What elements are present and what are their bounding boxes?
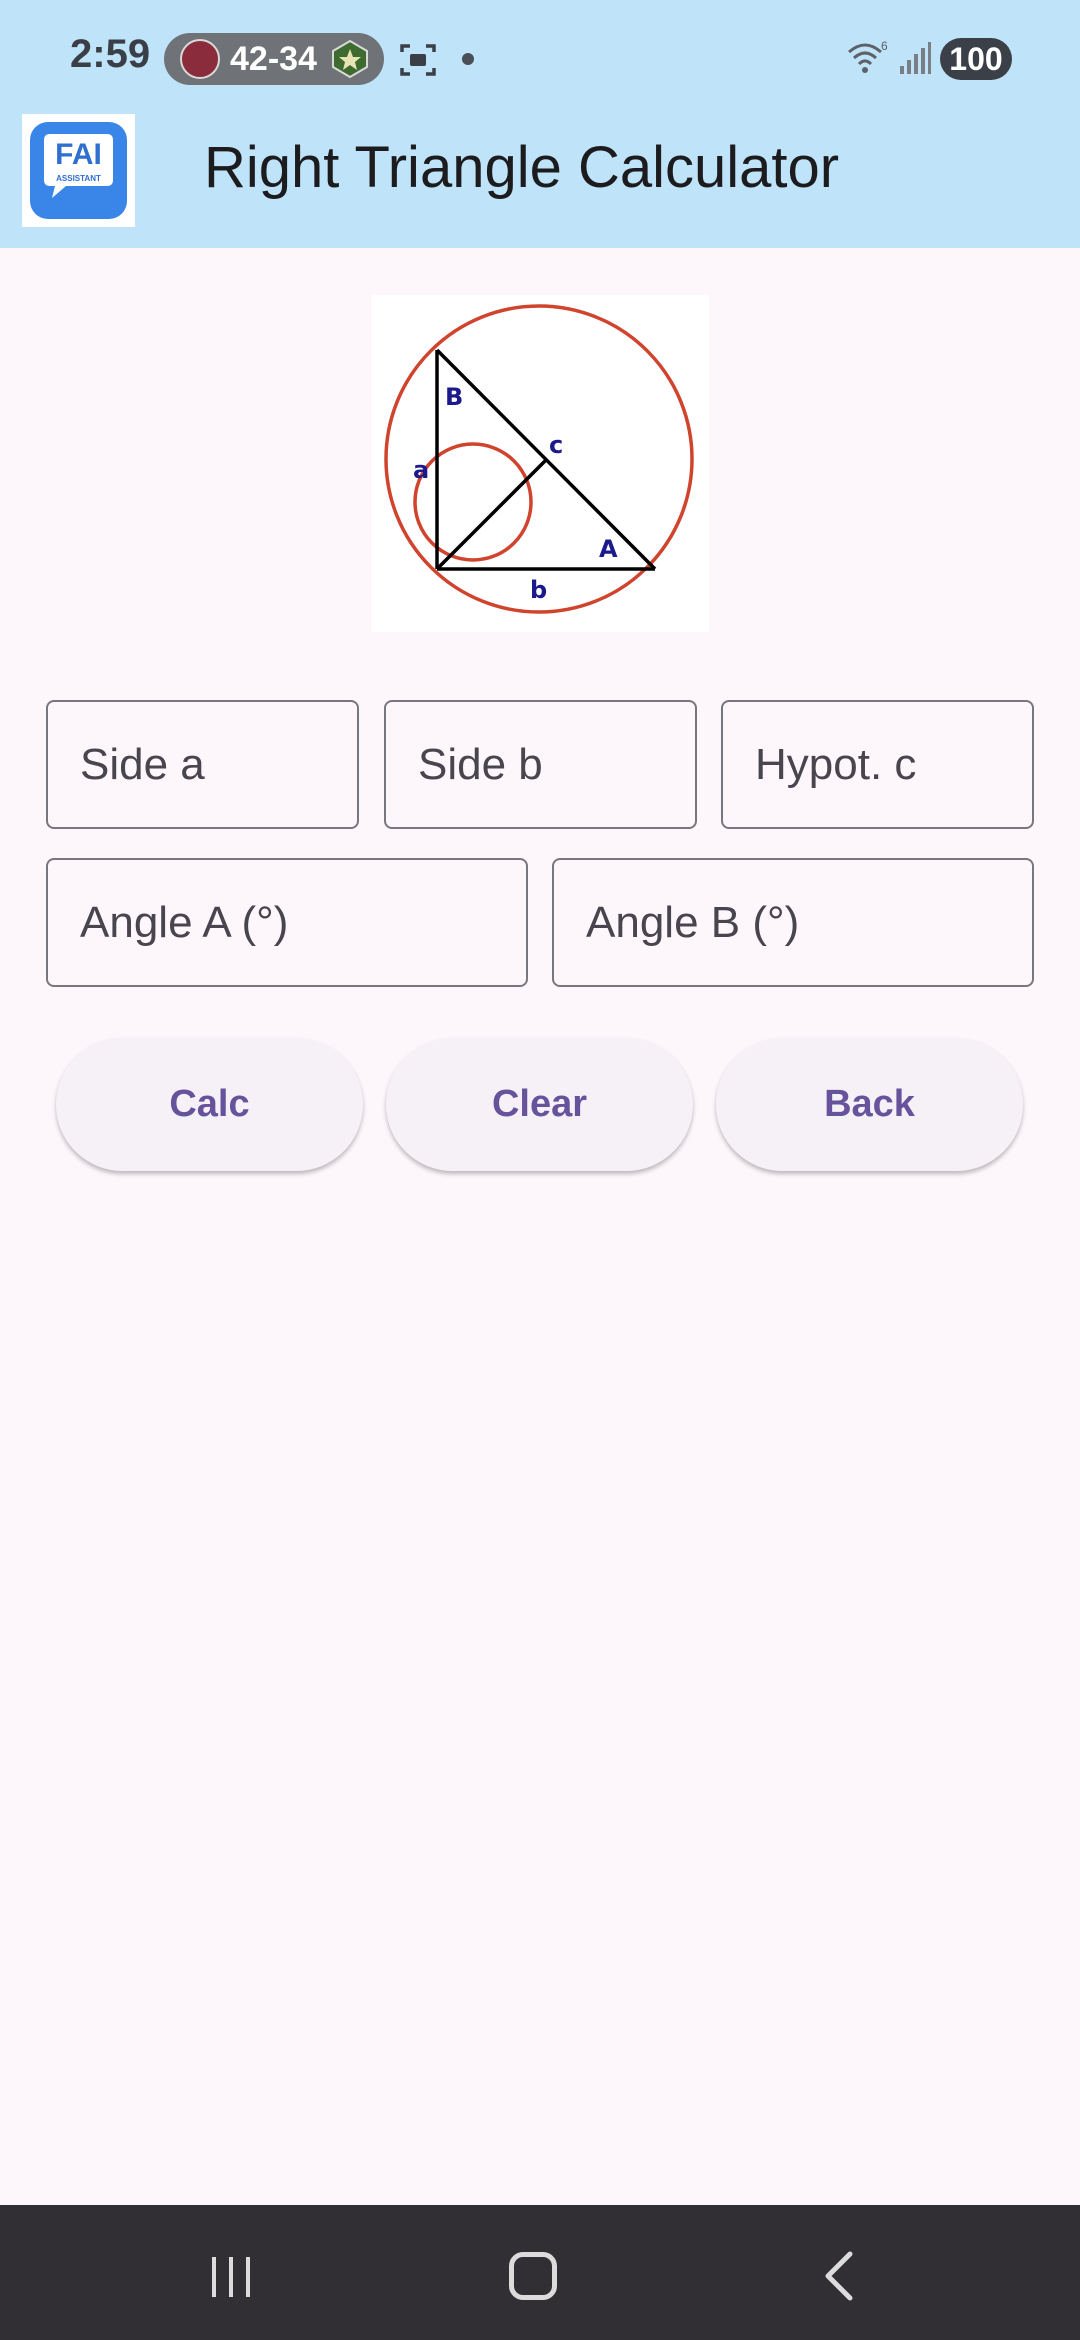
wifi-icon: 6 — [848, 39, 888, 73]
angle-a-input[interactable] — [48, 860, 526, 985]
hypot-c-field[interactable] — [721, 700, 1034, 829]
svg-text:6: 6 — [881, 39, 888, 53]
hypot-c-input[interactable] — [723, 702, 1032, 827]
back-button[interactable]: Back — [716, 1038, 1023, 1171]
angle-a-field[interactable] — [46, 858, 528, 987]
angle-b-input[interactable] — [554, 860, 1032, 985]
side-b-input[interactable] — [386, 702, 695, 827]
back-icon[interactable] — [818, 2250, 858, 2302]
side-a-input[interactable] — [48, 702, 357, 827]
clear-button[interactable]: Clear — [386, 1038, 693, 1171]
page-title: Right Triangle Calculator — [204, 135, 840, 200]
label-angle-b: B — [445, 383, 463, 411]
calc-button[interactable]: Calc — [56, 1038, 363, 1171]
triangle-diagram: B c a A b — [372, 295, 709, 632]
recents-icon[interactable] — [208, 2255, 254, 2299]
home-icon[interactable] — [509, 2252, 557, 2300]
team-logo-icon — [332, 39, 368, 79]
angle-b-field[interactable] — [552, 858, 1034, 987]
inscribed-circle — [413, 442, 533, 562]
app-logo-text: FAI — [55, 138, 102, 171]
app-logo-subtext: ASSISTANT — [56, 174, 101, 183]
status-time: 2:59 — [70, 32, 151, 76]
side-b-field[interactable] — [384, 700, 697, 829]
notification-dot-icon — [462, 53, 474, 65]
score-text: 42-34 — [230, 40, 317, 78]
side-a-field[interactable] — [46, 700, 359, 829]
battery-icon: 100 — [940, 38, 1012, 80]
team-logo-icon — [180, 39, 220, 79]
signal-icon — [900, 42, 931, 74]
screenshot-icon — [400, 44, 436, 76]
label-angle-a: A — [599, 535, 618, 563]
label-side-b: b — [530, 576, 547, 604]
triangle-diagram-svg: B c a A b — [384, 304, 694, 614]
label-side-c: c — [549, 431, 563, 459]
label-side-a: a — [413, 456, 429, 484]
